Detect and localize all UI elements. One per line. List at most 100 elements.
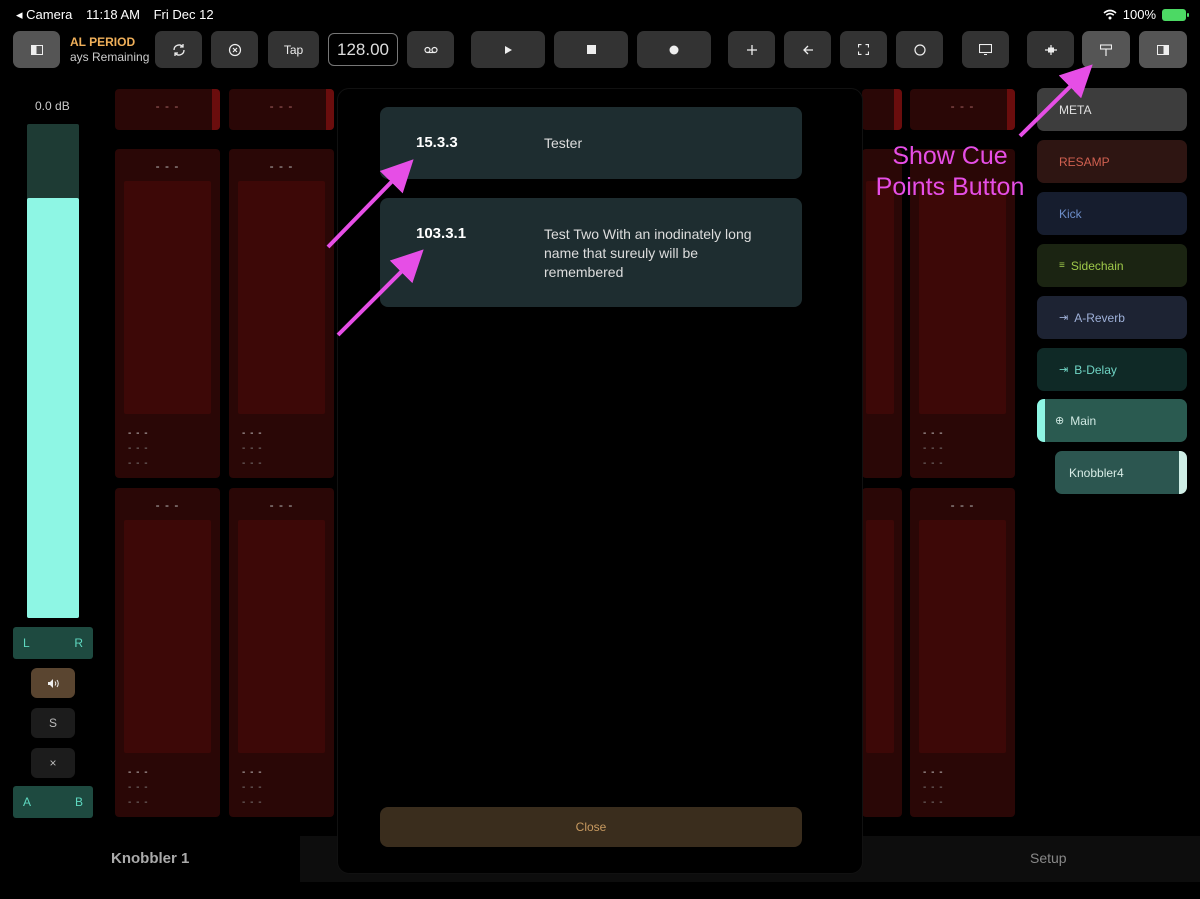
sidebar-right-icon — [1157, 44, 1169, 55]
battery-percent: 100% — [1122, 7, 1156, 22]
mute-button[interactable]: × — [31, 748, 75, 778]
show-cue-points-button[interactable] — [1082, 31, 1130, 68]
route-a-reverb[interactable]: ⇥ A-Reverb — [1037, 296, 1187, 339]
route-label: Knobbler4 — [1069, 465, 1124, 480]
display-icon — [979, 44, 992, 55]
status-date: Fri Dec 12 — [153, 7, 214, 22]
channel-slot[interactable] — [862, 89, 902, 130]
close-button[interactable]: Close — [380, 807, 802, 847]
strip-values: - - -- - -- - - — [923, 767, 944, 808]
cue-number: 103.3.1 — [416, 225, 467, 242]
cue-item[interactable]: 15.3.3 Tester — [380, 107, 802, 179]
annotation-line: Points Button — [875, 173, 1025, 201]
route-label: A-Reverb — [1074, 310, 1125, 325]
channel-strip[interactable]: - - - - - -- - -- - - — [229, 488, 334, 817]
ab-left-label: A — [23, 795, 32, 809]
strip-values: - - -- - -- - - — [242, 767, 263, 808]
solo-button[interactable]: S — [31, 708, 75, 738]
channel-slot[interactable]: - - - — [229, 89, 334, 130]
stop-button[interactable] — [554, 31, 628, 68]
route-sidechain[interactable]: ≡ Sidechain — [1037, 244, 1187, 287]
annotation-label: Show Cue Points Button — [860, 141, 1040, 203]
level-meter-fill — [27, 198, 79, 618]
route-label: RESAMP — [1059, 154, 1110, 169]
route-label: META — [1059, 102, 1092, 117]
play-icon — [504, 45, 512, 54]
close-circle-icon — [228, 43, 241, 56]
signpost-icon — [1100, 43, 1112, 56]
trial-notice[interactable]: AL PERIOD ays Remaining — [70, 35, 149, 65]
cue-name: Test Two With an inodinately long name t… — [544, 226, 752, 280]
arrow-left-icon — [802, 45, 813, 54]
record-button[interactable] — [637, 31, 711, 68]
play-button[interactable] — [471, 31, 545, 68]
sidebar-left-icon — [30, 44, 43, 55]
pan-control[interactable]: L R — [13, 627, 93, 659]
stop-icon — [586, 45, 596, 54]
route-resamp[interactable]: RESAMP — [1037, 140, 1187, 183]
channel-strip[interactable]: - - - - - -- - -- - - — [229, 149, 334, 478]
globe-icon: ⊕ — [1055, 415, 1065, 427]
strip-values: - - -- - -- - - — [128, 767, 149, 808]
route-kick[interactable]: Kick — [1037, 192, 1187, 235]
device-name: Knobbler 1 — [111, 850, 190, 867]
route-label: Sidechain — [1070, 258, 1124, 273]
speaker-icon — [47, 678, 59, 688]
channel-slot[interactable]: - - - — [910, 89, 1015, 130]
channel-slot[interactable]: - - - — [115, 89, 220, 130]
cancel-button[interactable] — [211, 31, 258, 68]
tape-icon — [423, 46, 438, 53]
screen-button[interactable] — [962, 31, 1009, 68]
tempo-field[interactable]: 128.00 — [328, 33, 398, 66]
annotation-line: Show Cue — [892, 142, 1008, 170]
route-label: Kick — [1059, 206, 1082, 221]
expand-icon — [858, 44, 869, 55]
ab-right-label: B — [74, 795, 83, 809]
refresh-icon — [172, 43, 185, 56]
toggle-left-panel-button[interactable] — [13, 31, 60, 68]
marker-button[interactable] — [1027, 31, 1074, 68]
battery-icon — [1162, 8, 1189, 21]
circle-icon — [913, 43, 926, 56]
status-time: 11:18 AM — [86, 7, 140, 22]
circle-button[interactable] — [896, 31, 943, 68]
back-button[interactable] — [784, 31, 831, 68]
crossfade-ab-control[interactable]: A B — [13, 786, 93, 818]
trial-title: AL PERIOD — [70, 35, 136, 49]
channel-strip[interactable]: - - - - - -- - -- - - — [115, 488, 220, 817]
tap-tempo-button[interactable]: Tap — [268, 31, 319, 68]
strip-values: - - -- - -- - - — [242, 428, 263, 469]
marker-icon — [1044, 44, 1057, 55]
strip-placeholder: - - - — [950, 498, 975, 512]
strip-placeholder: - - - — [155, 159, 180, 173]
route-knobbler4[interactable]: Knobbler4 — [1055, 451, 1187, 494]
toggle-right-panel-button[interactable] — [1139, 31, 1187, 68]
channel-strip[interactable]: - - - - - -- - -- - - — [115, 149, 220, 478]
trial-days: ays Remaining — [70, 50, 150, 64]
slot-placeholder: - - - — [950, 99, 975, 113]
refresh-button[interactable] — [155, 31, 202, 68]
strip-values: - - -- - -- - - — [128, 428, 149, 469]
return-icon: ⇥ — [1059, 364, 1069, 376]
status-bar: ◂ Camera 11:18 AM Fri Dec 12 100% — [0, 0, 1200, 28]
route-b-delay[interactable]: ⇥ B-Delay — [1037, 348, 1187, 391]
speaker-button[interactable] — [31, 668, 75, 698]
route-label: Main — [1070, 413, 1097, 428]
plus-icon — [746, 44, 757, 55]
route-meta[interactable]: META — [1037, 88, 1187, 131]
route-main[interactable]: ⊕ Main — [1037, 399, 1187, 442]
channel-strip[interactable]: - - - - - -- - -- - - — [910, 488, 1015, 817]
channel-strip[interactable] — [862, 488, 902, 817]
record-icon — [669, 45, 679, 54]
fullscreen-button[interactable] — [840, 31, 887, 68]
strip-values: - - -- - -- - - — [923, 428, 944, 469]
back-to-camera[interactable]: ◂ Camera — [16, 7, 72, 22]
add-button[interactable] — [728, 31, 775, 68]
route-label: B-Delay — [1074, 362, 1117, 377]
cue-item[interactable]: 103.3.1 Test Two With an inodinately lon… — [380, 198, 802, 307]
session-record-button[interactable] — [407, 31, 454, 68]
setup-button[interactable]: Setup — [1030, 850, 1067, 866]
cue-number: 15.3.3 — [416, 134, 458, 151]
pan-left-label: L — [23, 636, 30, 650]
wifi-icon — [1103, 9, 1117, 20]
